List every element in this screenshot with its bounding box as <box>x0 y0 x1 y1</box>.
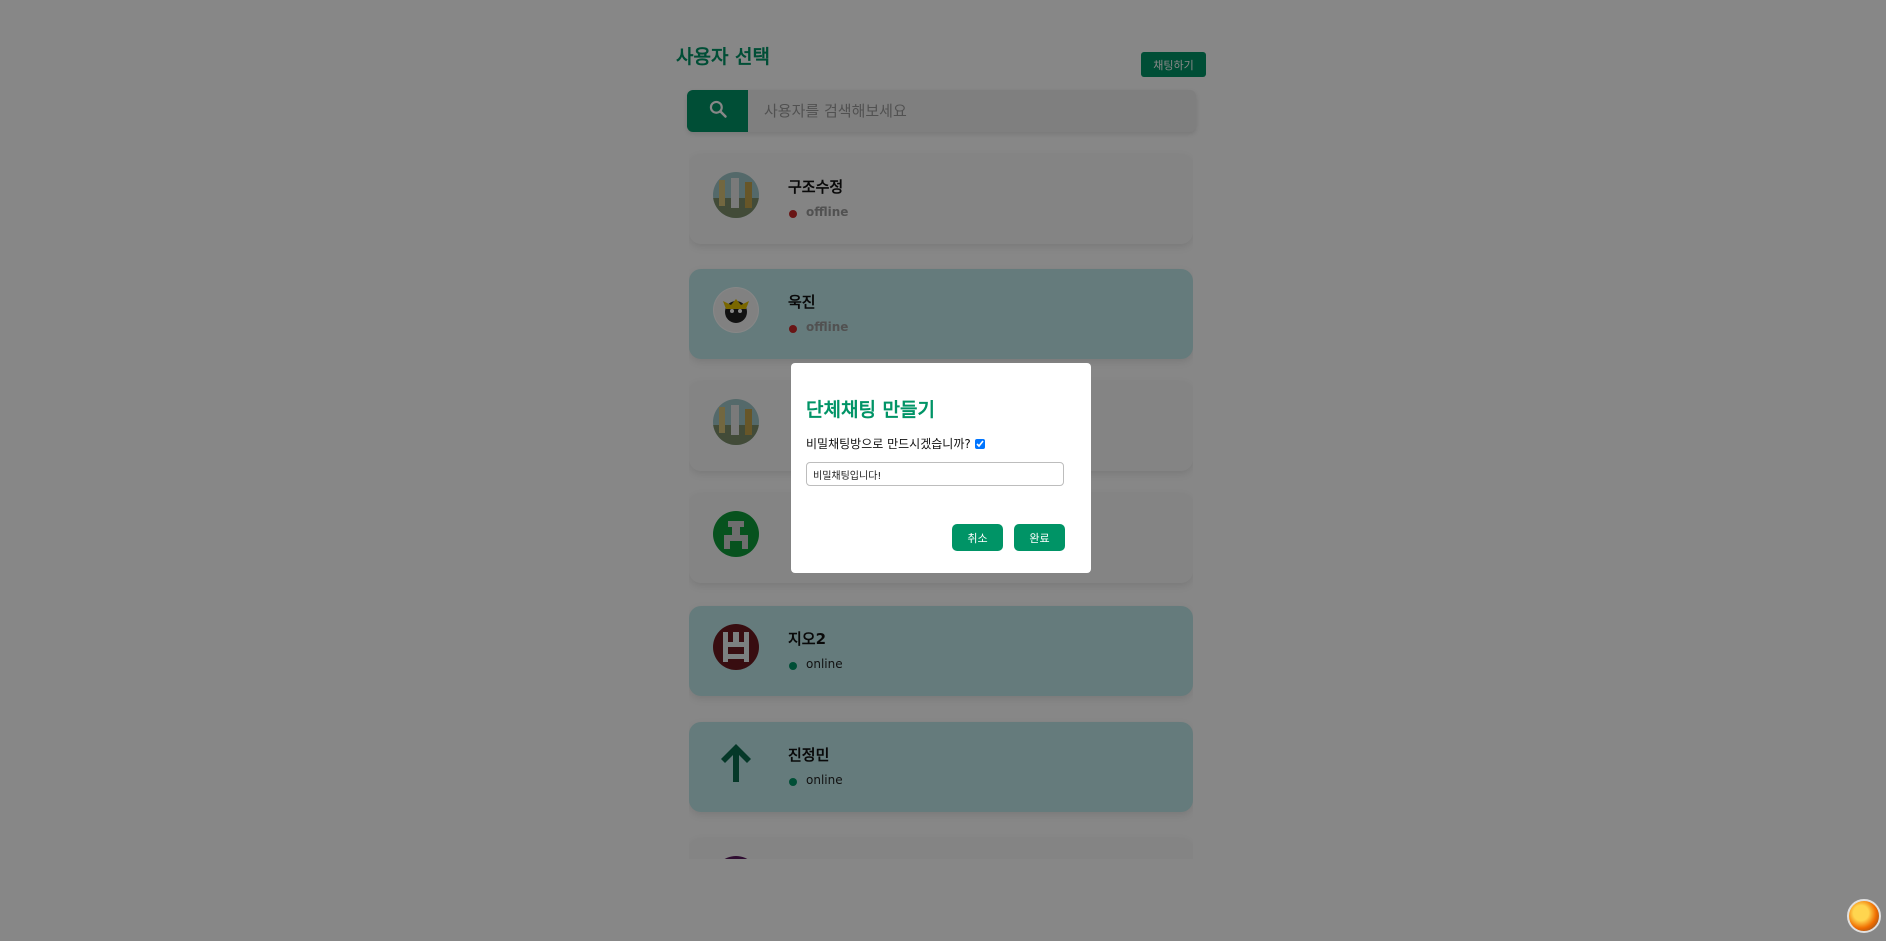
secret-chat-checkbox[interactable] <box>974 438 985 449</box>
secret-chat-row: 비밀채팅방으로 만드시겠습니까? <box>806 435 985 452</box>
secret-chat-input[interactable] <box>806 462 1064 486</box>
group-chat-modal: 단체채팅 만들기 비밀채팅방으로 만드시겠습니까? 취소 완료 <box>791 363 1091 573</box>
confirm-button[interactable]: 완료 <box>1014 524 1065 551</box>
cancel-button[interactable]: 취소 <box>952 524 1003 551</box>
floating-avatar-badge[interactable] <box>1847 899 1881 933</box>
modal-title: 단체채팅 만들기 <box>806 399 935 421</box>
secret-chat-label: 비밀채팅방으로 만드시겠습니까? <box>806 437 971 451</box>
